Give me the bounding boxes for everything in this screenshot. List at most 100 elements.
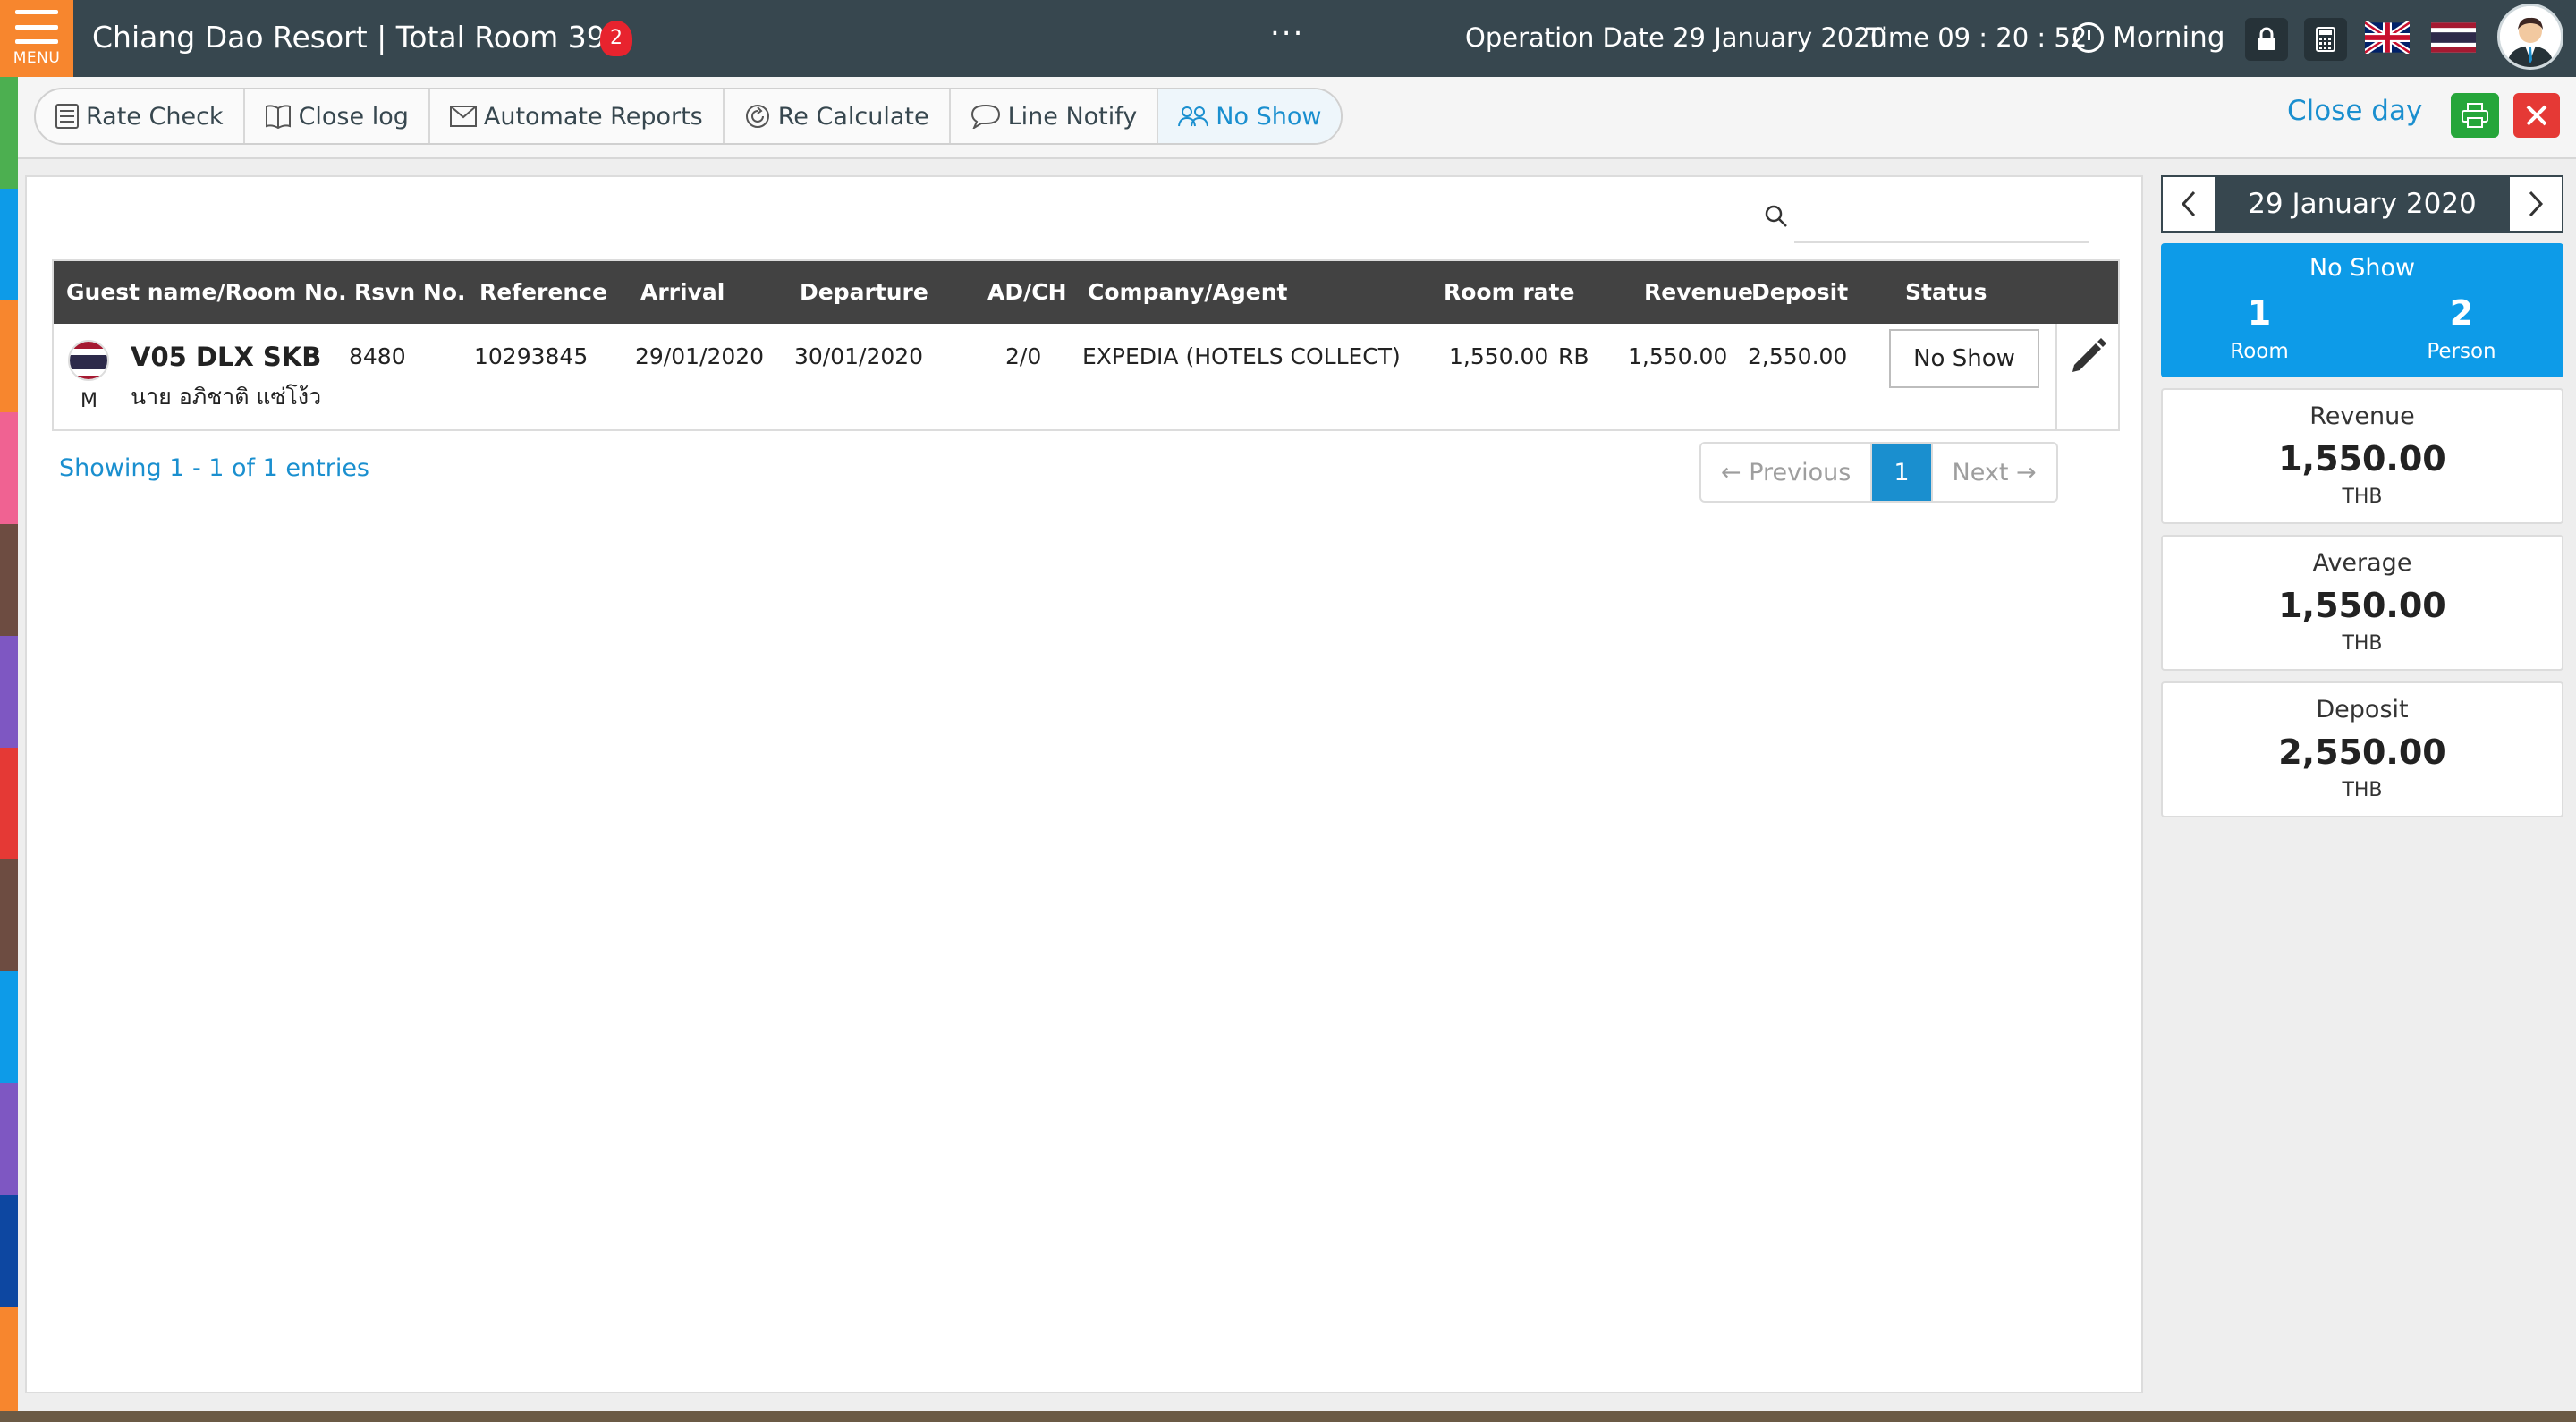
col-company-agent[interactable]: Company/Agent bbox=[1088, 279, 1288, 305]
automate-reports-label: Automate Reports bbox=[483, 102, 703, 131]
revenue-currency: THB bbox=[2342, 486, 2383, 508]
deposit-card: Deposit 2,550.00 THB bbox=[2161, 681, 2563, 817]
close-button[interactable] bbox=[2513, 93, 2560, 138]
notification-badge[interactable]: 2 bbox=[600, 21, 632, 56]
rate-check-button[interactable]: Rate Check bbox=[36, 89, 245, 143]
color-strip-segment[interactable] bbox=[0, 1307, 18, 1418]
printer-icon bbox=[2462, 103, 2488, 128]
departure-date: 30/01/2020 bbox=[794, 343, 924, 369]
date-navigator: 29 January 2020 bbox=[2161, 175, 2563, 233]
menu-button[interactable]: MENU bbox=[0, 0, 73, 77]
search-input[interactable] bbox=[1794, 195, 2089, 243]
lock-icon bbox=[2258, 27, 2275, 50]
thai-flag-icon[interactable] bbox=[2431, 21, 2476, 54]
rate-check-label: Rate Check bbox=[86, 102, 224, 131]
color-strip-segment[interactable] bbox=[0, 971, 18, 1083]
color-strip-segment[interactable] bbox=[0, 300, 18, 412]
previous-page-button[interactable]: ← Previous bbox=[1701, 444, 1873, 501]
book-icon bbox=[265, 105, 291, 129]
pagination: ← Previous 1 Next → bbox=[1699, 442, 2058, 503]
deposit-value: 2,550.00 bbox=[1748, 343, 1848, 369]
uk-flag-icon[interactable] bbox=[2365, 21, 2410, 54]
color-strip-segment[interactable] bbox=[0, 748, 18, 859]
user-icon bbox=[2500, 6, 2561, 67]
close-icon bbox=[2526, 105, 2547, 126]
close-day-link[interactable]: Close day bbox=[2287, 95, 2422, 127]
line-notify-button[interactable]: Line Notify bbox=[951, 89, 1159, 143]
lock-button[interactable] bbox=[2245, 18, 2288, 61]
col-room-rate[interactable]: Room rate bbox=[1444, 279, 1574, 305]
color-strip-segment[interactable] bbox=[0, 524, 18, 636]
status-badge[interactable]: No Show bbox=[1889, 329, 2039, 388]
list-icon bbox=[55, 104, 79, 129]
color-strip-segment[interactable] bbox=[0, 636, 18, 748]
user-avatar[interactable] bbox=[2497, 4, 2563, 70]
re-calculate-label: Re Calculate bbox=[777, 102, 929, 131]
room-count-label: Room bbox=[2230, 340, 2289, 363]
reference-number: 10293845 bbox=[474, 343, 589, 369]
person-count-label: Person bbox=[2427, 340, 2496, 363]
col-guest-name[interactable]: Guest name/Room No. bbox=[66, 279, 347, 305]
toolbar-area: Rate Check Close log Automate Reports Re… bbox=[18, 77, 2576, 159]
deposit-title: Deposit bbox=[2316, 696, 2409, 724]
revenue-value: 1,550.00 bbox=[1628, 343, 1728, 369]
next-date-button[interactable] bbox=[2510, 177, 2562, 231]
color-strip bbox=[0, 77, 18, 1418]
col-ad-ch[interactable]: AD/CH bbox=[987, 279, 1067, 305]
average-card: Average 1,550.00 THB bbox=[2161, 535, 2563, 671]
pencil-icon bbox=[2072, 338, 2106, 372]
top-bar: MENU Chiang Dao Resort | Total Room 39 2… bbox=[0, 0, 2576, 77]
no-show-title: No Show bbox=[2309, 254, 2416, 282]
average-total: 1,550.00 bbox=[2278, 586, 2446, 625]
close-log-button[interactable]: Close log bbox=[245, 89, 430, 143]
more-options-icon[interactable]: ... bbox=[1270, 7, 1304, 43]
col-revenue[interactable]: Revenue bbox=[1644, 279, 1753, 305]
guest-name: นาย อภิชาติ แซ่โง้ว bbox=[131, 384, 322, 410]
main-panel: Guest name/Room No. Rsvn No. Reference A… bbox=[25, 175, 2143, 1393]
calculator-icon bbox=[2316, 27, 2335, 52]
col-arrival[interactable]: Arrival bbox=[640, 279, 724, 305]
edit-button[interactable] bbox=[2055, 324, 2120, 429]
color-strip-segment[interactable] bbox=[0, 412, 18, 524]
line-notify-label: Line Notify bbox=[1007, 102, 1138, 131]
calculator-button[interactable] bbox=[2304, 18, 2347, 61]
chevron-right-icon bbox=[2529, 190, 2544, 217]
color-strip-segment[interactable] bbox=[0, 1195, 18, 1307]
color-strip-segment[interactable] bbox=[0, 859, 18, 971]
print-button[interactable] bbox=[2451, 93, 2499, 138]
person-count: 2 bbox=[2449, 293, 2474, 333]
revenue-total: 1,550.00 bbox=[2278, 439, 2446, 478]
bottom-background-strip bbox=[0, 1411, 2576, 1422]
app-title: Chiang Dao Resort | Total Room 39 bbox=[92, 20, 606, 55]
average-currency: THB bbox=[2342, 632, 2383, 655]
menu-label: MENU bbox=[13, 49, 61, 67]
col-deposit[interactable]: Deposit bbox=[1751, 279, 1848, 305]
automate-reports-button[interactable]: Automate Reports bbox=[430, 89, 724, 143]
selected-date[interactable]: 29 January 2020 bbox=[2215, 177, 2510, 231]
refresh-icon bbox=[745, 105, 769, 128]
room-count: 1 bbox=[2247, 293, 2272, 333]
hamburger-icon bbox=[15, 10, 58, 44]
page-1-button[interactable]: 1 bbox=[1872, 444, 1933, 501]
col-reference[interactable]: Reference bbox=[479, 279, 607, 305]
next-page-button[interactable]: Next → bbox=[1933, 444, 2056, 501]
thai-flag-icon bbox=[68, 340, 109, 381]
re-calculate-button[interactable]: Re Calculate bbox=[724, 89, 951, 143]
color-strip-segment[interactable] bbox=[0, 1083, 18, 1195]
table-row[interactable]: M V05 DLX SKB นาย อภิชาติ แซ่โง้ว 8480 1… bbox=[54, 324, 2118, 429]
col-status[interactable]: Status bbox=[1905, 279, 1987, 305]
current-time: Time 09 : 20 : 52 bbox=[1866, 22, 2088, 53]
no-show-button[interactable]: No Show bbox=[1158, 89, 1342, 143]
no-show-label: No Show bbox=[1216, 102, 1322, 131]
rsvn-number: 8480 bbox=[349, 343, 406, 369]
prev-date-button[interactable] bbox=[2163, 177, 2215, 231]
col-departure[interactable]: Departure bbox=[800, 279, 928, 305]
room-rate: 1,550.00 bbox=[1449, 343, 1549, 369]
color-strip-segment[interactable] bbox=[0, 77, 18, 189]
company-agent: EXPEDIA (HOTELS COLLECT) bbox=[1082, 343, 1401, 369]
reservations-table: Guest name/Room No. Rsvn No. Reference A… bbox=[52, 259, 2120, 431]
col-rsvn-no[interactable]: Rsvn No. bbox=[354, 279, 466, 305]
mail-icon bbox=[449, 106, 477, 127]
color-strip-segment[interactable] bbox=[0, 189, 18, 300]
chevron-left-icon bbox=[2181, 190, 2196, 217]
